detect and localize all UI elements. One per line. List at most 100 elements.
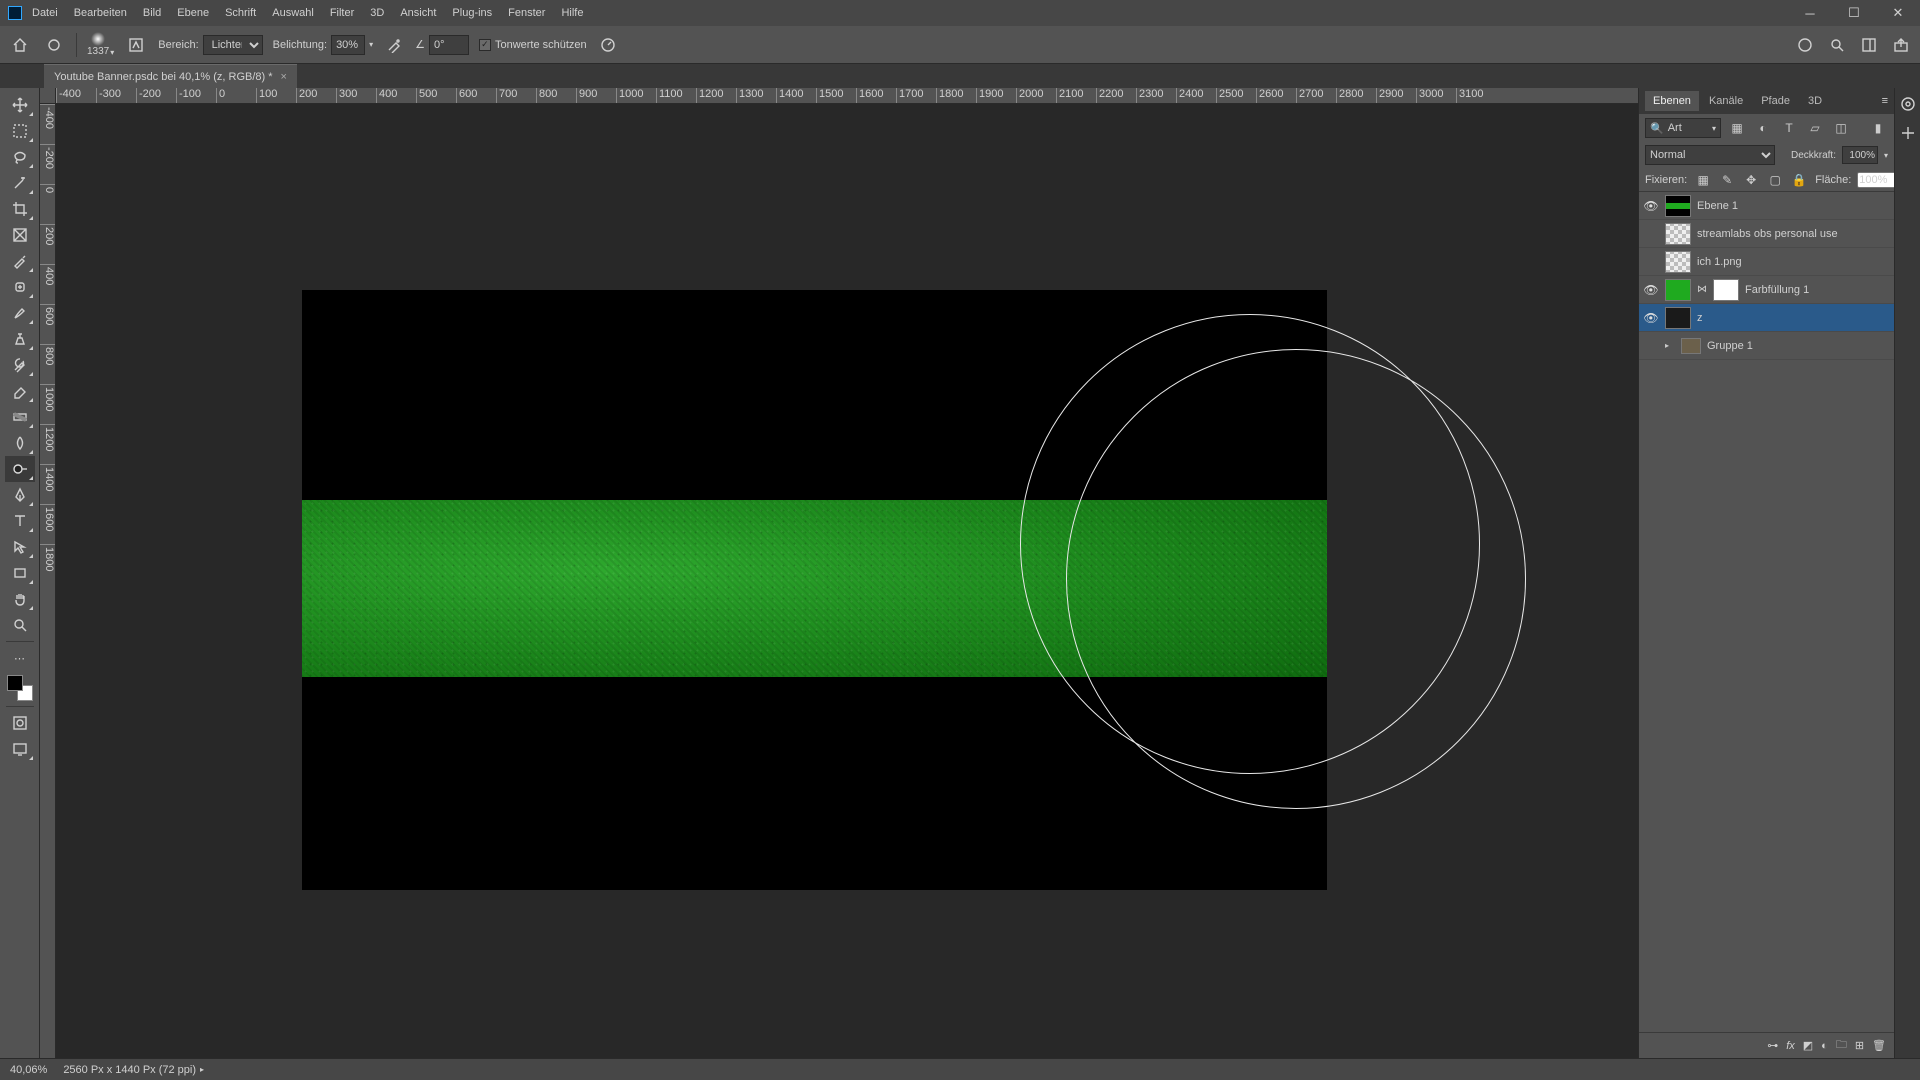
layer-row[interactable]: 👁 Ebene 1 bbox=[1639, 192, 1894, 220]
lock-position-icon[interactable]: ✥ bbox=[1741, 170, 1761, 190]
blur-tool[interactable] bbox=[5, 430, 35, 456]
visibility-toggle[interactable]: 👁 bbox=[1643, 199, 1659, 213]
menu-schrift[interactable]: Schrift bbox=[225, 7, 256, 19]
marquee-tool[interactable] bbox=[5, 118, 35, 144]
menu-bild[interactable]: Bild bbox=[143, 7, 161, 19]
filter-smart-icon[interactable]: ◫ bbox=[1831, 118, 1851, 138]
foreground-background-colors[interactable] bbox=[5, 673, 35, 703]
pressure-toggle[interactable] bbox=[597, 34, 619, 56]
layer-mask-thumbnail[interactable] bbox=[1713, 279, 1739, 301]
layer-thumbnail[interactable] bbox=[1665, 195, 1691, 217]
tab-ebenen[interactable]: Ebenen bbox=[1645, 91, 1699, 111]
filter-type-icon[interactable]: T bbox=[1779, 118, 1799, 138]
layer-name[interactable]: Gruppe 1 bbox=[1707, 340, 1753, 352]
dodge-tool[interactable] bbox=[5, 456, 35, 482]
menu-hilfe[interactable]: Hilfe bbox=[561, 7, 583, 19]
menu-fenster[interactable]: Fenster bbox=[508, 7, 545, 19]
eyedropper-tool[interactable] bbox=[5, 248, 35, 274]
quick-mask-toggle[interactable] bbox=[5, 710, 35, 736]
layer-style-button[interactable]: fx bbox=[1786, 1040, 1795, 1052]
tab-3d[interactable]: 3D bbox=[1800, 91, 1830, 111]
frame-tool[interactable] bbox=[5, 222, 35, 248]
add-mask-button[interactable]: ◩ bbox=[1803, 1039, 1813, 1052]
lock-all-icon[interactable]: 🔒 bbox=[1789, 170, 1809, 190]
layer-thumbnail[interactable] bbox=[1665, 223, 1691, 245]
menu-plugins[interactable]: Plug-ins bbox=[452, 7, 492, 19]
layer-mask-link-icon[interactable]: ⋈ bbox=[1697, 284, 1707, 295]
collapsed-panel-icon[interactable] bbox=[1900, 125, 1916, 144]
layer-name[interactable]: ich 1.png bbox=[1697, 256, 1742, 268]
cloud-docs-icon[interactable] bbox=[1794, 34, 1816, 56]
adjustment-layer-button[interactable]: ◐ bbox=[1821, 1040, 1828, 1052]
layer-name[interactable]: Farbfüllung 1 bbox=[1745, 284, 1809, 296]
ruler-origin[interactable] bbox=[40, 88, 56, 104]
canvas-stage[interactable] bbox=[56, 104, 1638, 1058]
link-layers-button[interactable]: ⊶ bbox=[1767, 1039, 1778, 1052]
layer-group-row[interactable]: ▸ Gruppe 1 bbox=[1639, 332, 1894, 360]
edit-toolbar-button[interactable]: ⋯ bbox=[5, 645, 35, 671]
menu-ansicht[interactable]: Ansicht bbox=[400, 7, 436, 19]
brush-preset-picker[interactable]: 1337 ▾ bbox=[87, 32, 114, 57]
history-brush-tool[interactable] bbox=[5, 352, 35, 378]
vertical-ruler[interactable]: -400-20002004006008001000120014001600180… bbox=[40, 104, 56, 1058]
current-tool-icon[interactable] bbox=[42, 33, 66, 57]
chevron-down-icon[interactable]: ▾ bbox=[1884, 151, 1888, 160]
path-selection-tool[interactable] bbox=[5, 534, 35, 560]
airbrush-toggle[interactable] bbox=[383, 34, 405, 56]
menu-3d[interactable]: 3D bbox=[370, 7, 384, 19]
lock-pixels-icon[interactable]: ✎ bbox=[1717, 170, 1737, 190]
menu-bearbeiten[interactable]: Bearbeiten bbox=[74, 7, 127, 19]
home-button[interactable] bbox=[8, 33, 32, 57]
angle-input[interactable] bbox=[429, 35, 469, 55]
lock-transparency-icon[interactable]: ▦ bbox=[1693, 170, 1713, 190]
type-tool[interactable] bbox=[5, 508, 35, 534]
layer-row[interactable]: streamlabs obs personal use bbox=[1639, 220, 1894, 248]
lasso-tool[interactable] bbox=[5, 144, 35, 170]
filter-pixel-icon[interactable]: ▦ bbox=[1727, 118, 1747, 138]
brush-settings-button[interactable] bbox=[124, 33, 148, 57]
zoom-tool[interactable] bbox=[5, 612, 35, 638]
new-layer-button[interactable]: ⊞ bbox=[1855, 1039, 1864, 1052]
layer-thumbnail[interactable] bbox=[1665, 307, 1691, 329]
workspace-icon[interactable] bbox=[1858, 34, 1880, 56]
window-minimize-button[interactable]: ─ bbox=[1788, 0, 1832, 26]
visibility-toggle[interactable]: 👁 bbox=[1643, 311, 1659, 325]
exposure-input[interactable] bbox=[331, 35, 365, 55]
document-dimensions[interactable]: 2560 Px x 1440 Px (72 ppi)▸ bbox=[63, 1064, 204, 1076]
protect-tones-checkbox[interactable]: ✓ Tonwerte schützen bbox=[479, 39, 587, 51]
menu-filter[interactable]: Filter bbox=[330, 7, 354, 19]
layer-row[interactable]: 👁 ⋈ Farbfüllung 1 bbox=[1639, 276, 1894, 304]
horizontal-ruler[interactable]: -400-300-200-100010020030040050060070080… bbox=[56, 88, 1638, 104]
search-icon[interactable] bbox=[1826, 34, 1848, 56]
layer-name[interactable]: Ebene 1 bbox=[1697, 200, 1738, 212]
healing-brush-tool[interactable] bbox=[5, 274, 35, 300]
magic-wand-tool[interactable] bbox=[5, 170, 35, 196]
collapsed-panel-icon[interactable] bbox=[1900, 96, 1916, 115]
screen-mode-toggle[interactable] bbox=[5, 736, 35, 762]
window-maximize-button[interactable]: ☐ bbox=[1832, 0, 1876, 26]
panel-menu-button[interactable]: ≡ bbox=[1876, 95, 1894, 107]
clone-stamp-tool[interactable] bbox=[5, 326, 35, 352]
canvas[interactable] bbox=[302, 290, 1327, 890]
layer-filter-select[interactable]: 🔍 Art ▾ bbox=[1645, 118, 1721, 138]
close-tab-button[interactable]: × bbox=[281, 71, 287, 83]
layer-row[interactable]: 👁 z bbox=[1639, 304, 1894, 332]
foreground-color-swatch[interactable] bbox=[7, 675, 23, 691]
document-tab[interactable]: Youtube Banner.psdc bei 40,1% (z, RGB/8)… bbox=[44, 64, 297, 88]
new-group-button[interactable]: 🗀 bbox=[1836, 1036, 1847, 1055]
pen-tool[interactable] bbox=[5, 482, 35, 508]
layer-thumbnail[interactable] bbox=[1665, 279, 1691, 301]
filter-shape-icon[interactable]: ▱ bbox=[1805, 118, 1825, 138]
group-expand-toggle[interactable]: ▸ bbox=[1665, 341, 1675, 350]
visibility-toggle[interactable]: 👁 bbox=[1643, 283, 1659, 297]
rectangle-tool[interactable] bbox=[5, 560, 35, 586]
layer-name[interactable]: streamlabs obs personal use bbox=[1697, 228, 1838, 240]
hand-tool[interactable] bbox=[5, 586, 35, 612]
chevron-down-icon[interactable]: ▾ bbox=[369, 40, 373, 49]
tab-pfade[interactable]: Pfade bbox=[1753, 91, 1798, 111]
crop-tool[interactable] bbox=[5, 196, 35, 222]
tab-kanaele[interactable]: Kanäle bbox=[1701, 91, 1751, 111]
blend-mode-select[interactable]: Normal bbox=[1645, 145, 1775, 165]
layer-row[interactable]: ich 1.png bbox=[1639, 248, 1894, 276]
share-icon[interactable] bbox=[1890, 34, 1912, 56]
